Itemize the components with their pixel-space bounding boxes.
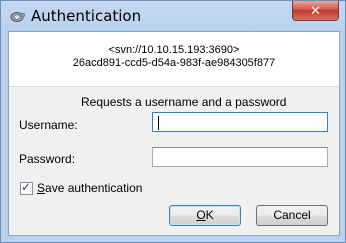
checkmark-icon: ✓ <box>21 179 32 194</box>
realm-header: <svn://10.10.15.193:3690> 26acd891-ccd5-… <box>9 32 339 87</box>
window-title: Authentication <box>31 7 142 25</box>
repository-uuid: 26acd891-ccd5-d54a-983f-ae984305f877 <box>72 57 276 69</box>
save-authentication-option[interactable]: ✓ Save authentication <box>20 179 143 195</box>
dialog-body: <svn://10.10.15.193:3690> 26acd891-ccd5-… <box>8 31 340 236</box>
dialog-footer: ✓ Save authentication OK Cancel <box>9 171 339 235</box>
auth-prompt: Requests a username and a password <box>81 95 287 109</box>
close-icon: ✕ <box>310 2 321 18</box>
save-authentication-checkbox[interactable]: ✓ <box>20 179 33 195</box>
auth-dialog: Authentication ✕ <svn://10.10.15.193:369… <box>0 0 346 243</box>
realm-url: <svn://10.10.15.193:3690> <box>108 44 240 56</box>
password-field[interactable] <box>152 147 328 167</box>
save-authentication-label: Save authentication <box>37 181 143 195</box>
username-label: Username: <box>19 118 78 132</box>
password-label: Password: <box>19 152 76 166</box>
tortoise-app-icon <box>10 12 25 22</box>
title-bar[interactable]: Authentication ✕ <box>1 1 345 31</box>
close-button[interactable]: ✕ <box>292 1 339 21</box>
cancel-button[interactable]: Cancel <box>256 205 328 226</box>
text-caret <box>158 116 159 130</box>
ok-button[interactable]: OK <box>169 205 241 226</box>
username-field[interactable] <box>152 112 328 132</box>
